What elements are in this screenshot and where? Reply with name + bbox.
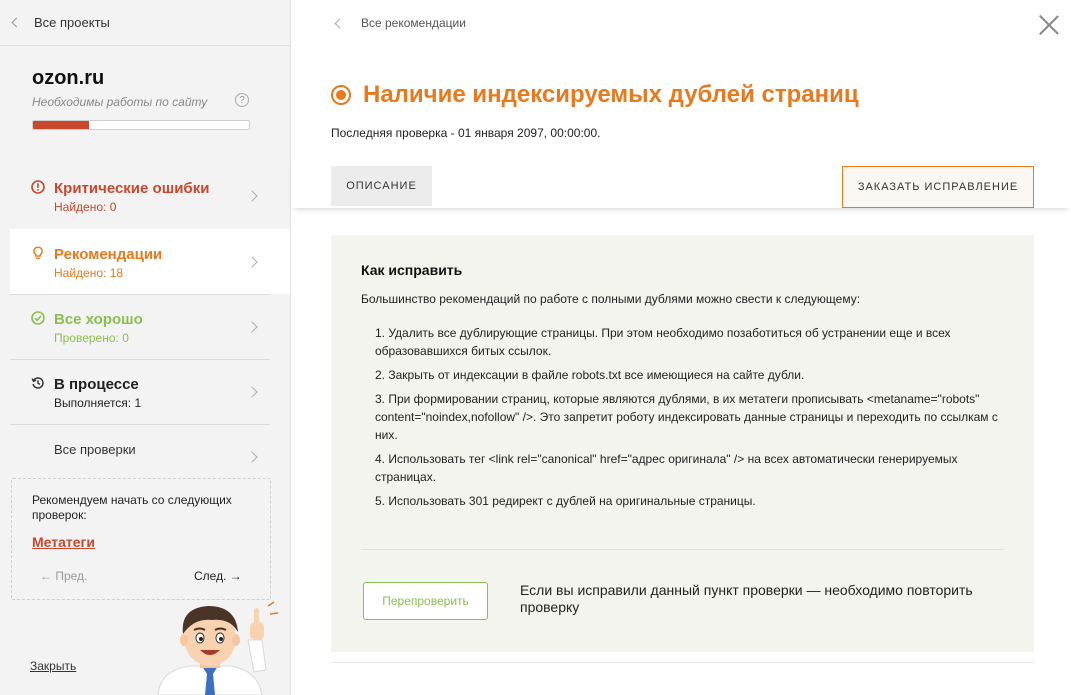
chevron-right-icon [246, 386, 258, 398]
divider [331, 662, 1034, 663]
fix-step: 4. Использовать тег <link rel="canonical… [375, 452, 958, 484]
sidebar-item-in-progress[interactable]: В процессе Выполняется: 1 [10, 359, 270, 424]
sidebar-item-title: В процессе [54, 376, 139, 393]
chevron-right-icon [246, 256, 258, 268]
sidebar-item-count: Найдено: 18 [54, 266, 124, 280]
how-to-fix-intro: Большинство рекомендаций по работе с пол… [361, 292, 861, 306]
divider [361, 549, 1004, 550]
chevron-left-icon [334, 18, 345, 28]
fix-step: 2. Закрыть от индексации в файле robots.… [375, 368, 805, 382]
chevron-right-icon [246, 321, 258, 333]
help-icon[interactable]: ? [235, 93, 249, 107]
fix-step: 5. Использовать 301 редирект с дублей на… [375, 494, 756, 508]
fix-step: 3. При формировании страниц, которые явл… [375, 392, 998, 442]
sidebar-item-count: Выполняется: 1 [54, 396, 142, 410]
last-check-timestamp: Последняя проверка - 01 января 2097, 00:… [331, 126, 601, 140]
site-name: ozon.ru [32, 67, 105, 89]
recommend-link-metatags[interactable]: Метатеги [32, 534, 95, 550]
page-title: Наличие индексируемых дублей страниц [363, 81, 859, 108]
recommend-prev-button[interactable]: ← Пред. [40, 569, 87, 583]
site-status-subtitle: Необходимы работы по сайту [32, 95, 208, 109]
tab-description[interactable]: ОПИСАНИЕ [331, 166, 432, 206]
alert-circle-icon [31, 180, 45, 194]
recommend-next-button[interactable]: След. → [194, 569, 242, 583]
status-dot-icon [331, 85, 351, 105]
site-progress-bar [32, 120, 250, 130]
content-toolbar: ОПИСАНИЕ ЗАКАЗАТЬ ИСПРАВЛЕНИЕ [291, 160, 1071, 208]
close-sidebar-link[interactable]: Закрыть [30, 659, 76, 673]
sidebar-item-title: Критические ошибки [54, 180, 210, 197]
recheck-button[interactable]: Перепроверить [363, 582, 488, 620]
back-to-recommendations-label: Все рекомендации [361, 16, 466, 30]
sidebar-nav: Критические ошибки Найдено: 0 Рекомендац… [0, 164, 290, 489]
recommend-text: Рекомендуем начать со следующих проверок… [32, 493, 232, 522]
history-icon [31, 377, 44, 389]
fix-step: 1. Удалить все дублирующие страницы. При… [375, 326, 951, 358]
chevron-right-icon [246, 190, 258, 202]
sidebar-item-count: Найдено: 0 [54, 200, 117, 214]
order-fix-button[interactable]: ЗАКАЗАТЬ ИСПРАВЛЕНИЕ [842, 166, 1034, 208]
chevron-right-icon [246, 451, 258, 463]
check-circle-icon [31, 311, 45, 325]
recheck-note: Если вы исправили данный пункт проверки … [520, 582, 973, 615]
recommend-start-box: Рекомендуем начать со следующих проверок… [11, 478, 271, 600]
mascot-illustration [157, 601, 279, 695]
sidebar-item-recommendations[interactable]: Рекомендации Найдено: 18 [10, 229, 290, 294]
sidebar: Все проекты ozon.ru Необходимы работы по… [0, 0, 291, 695]
sidebar-item-critical[interactable]: Критические ошибки Найдено: 0 [10, 164, 270, 229]
lightbulb-icon [33, 246, 43, 260]
sidebar-item-all-good[interactable]: Все хорошо Проверено: 0 [10, 294, 270, 359]
back-to-projects-label: Все проекты [34, 15, 110, 30]
back-to-recommendations-link[interactable]: Все рекомендации [333, 0, 466, 46]
chevron-left-icon [11, 17, 22, 28]
main-panel: Все рекомендации Наличие индексируемых д… [291, 0, 1071, 695]
sidebar-item-title: Все проверки [54, 442, 136, 457]
sidebar-item-title: Рекомендации [54, 246, 163, 263]
how-to-fix-title: Как исправить [361, 262, 463, 278]
back-to-projects-link[interactable]: Все проекты [0, 0, 290, 46]
how-to-fix-card: Как исправить Большинство рекомендаций п… [331, 235, 1034, 652]
sidebar-item-count: Проверено: 0 [54, 331, 129, 345]
progress-fill [33, 121, 90, 129]
sidebar-item-title: Все хорошо [54, 311, 143, 328]
close-icon[interactable] [1038, 14, 1060, 36]
fix-steps-list: 1. Удалить все дублирующие страницы. При… [375, 324, 1015, 516]
